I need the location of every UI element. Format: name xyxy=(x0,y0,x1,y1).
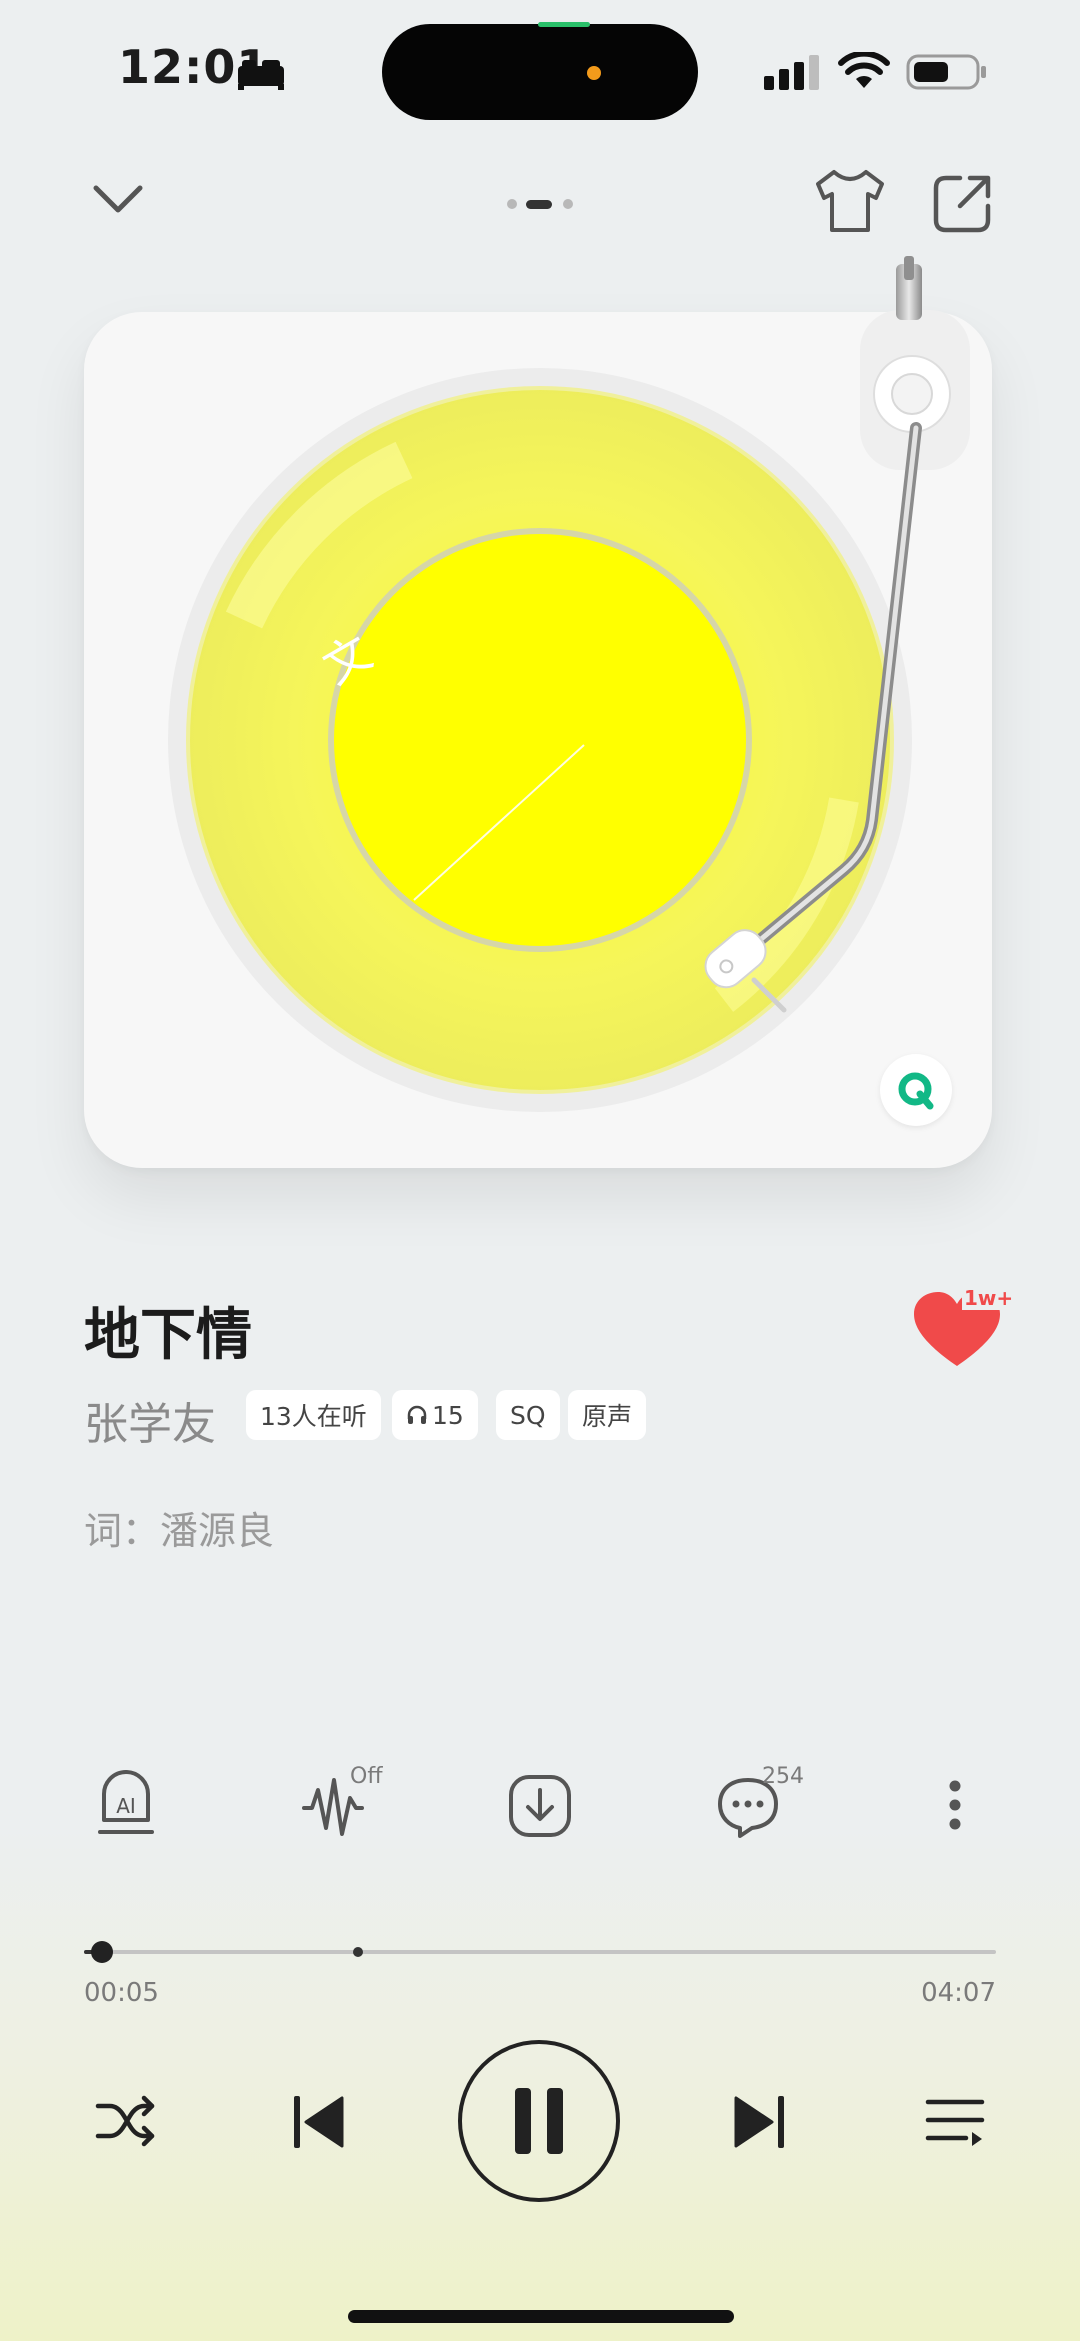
playlist-icon[interactable] xyxy=(924,2096,986,2150)
headphone-icon xyxy=(407,1405,427,1424)
svg-text:AI: AI xyxy=(116,1794,136,1818)
collapse-chevron-icon[interactable] xyxy=(90,180,146,220)
next-track-icon[interactable] xyxy=(732,2092,788,2152)
home-indicator[interactable] xyxy=(348,2310,734,2323)
lyricist-line: 词：潘源良 xyxy=(84,1500,274,1555)
theme-shirt-icon[interactable] xyxy=(810,166,890,236)
lyricist-name: 潘源良 xyxy=(160,1509,275,1553)
listeners-tag-label: 13人在听 xyxy=(260,1402,367,1431)
qq-logo-icon xyxy=(898,1072,934,1110)
pause-icon xyxy=(515,2088,563,2154)
wifi-icon xyxy=(838,52,890,88)
original-tag-label: 原声 xyxy=(582,1402,633,1431)
headphone-tag-label: 15 xyxy=(432,1400,464,1430)
total-time: 04:07 xyxy=(921,1978,996,2008)
battery-icon xyxy=(906,54,986,90)
effect-state: Off xyxy=(350,1764,383,1789)
quality-tag-label: SQ xyxy=(510,1400,546,1430)
dynamic-island xyxy=(382,24,698,120)
comment-count: 254 xyxy=(762,1764,804,1789)
previous-track-icon[interactable] xyxy=(290,2092,346,2152)
progress-knob[interactable] xyxy=(91,1941,114,1963)
lyricist-label: 词： xyxy=(84,1509,161,1553)
more-icon[interactable] xyxy=(940,1778,970,1832)
activity-indicator xyxy=(538,22,590,27)
like-count: 1w+ xyxy=(964,1286,1014,1310)
sleep-focus-icon xyxy=(238,60,284,90)
ai-icon[interactable]: AI xyxy=(96,1770,156,1838)
elapsed-time: 00:05 xyxy=(84,1978,159,2008)
artist-name[interactable]: 张学友 xyxy=(84,1388,216,1452)
recording-dot xyxy=(587,66,601,80)
page-indicator[interactable] xyxy=(504,196,584,212)
listeners-tag[interactable]: 13人在听 xyxy=(246,1390,381,1440)
headphone-tag[interactable]: 15 xyxy=(392,1390,478,1440)
progress-track[interactable] xyxy=(84,1941,996,1963)
original-tag[interactable]: 原声 xyxy=(568,1390,647,1440)
shuffle-icon[interactable] xyxy=(94,2094,156,2148)
cellular-signal-icon xyxy=(764,55,819,90)
download-icon[interactable] xyxy=(508,1774,572,1838)
quality-tag[interactable]: SQ xyxy=(496,1390,560,1440)
qq-music-logo[interactable] xyxy=(880,1054,952,1126)
buffer-marker xyxy=(352,1947,363,1957)
like-count-badge: 1w+ xyxy=(962,1286,1016,1310)
song-title: 地下情 xyxy=(84,1303,252,1368)
pause-button[interactable] xyxy=(458,2040,620,2202)
vinyl-record: 文 xyxy=(168,256,970,1112)
share-icon[interactable] xyxy=(930,170,996,236)
